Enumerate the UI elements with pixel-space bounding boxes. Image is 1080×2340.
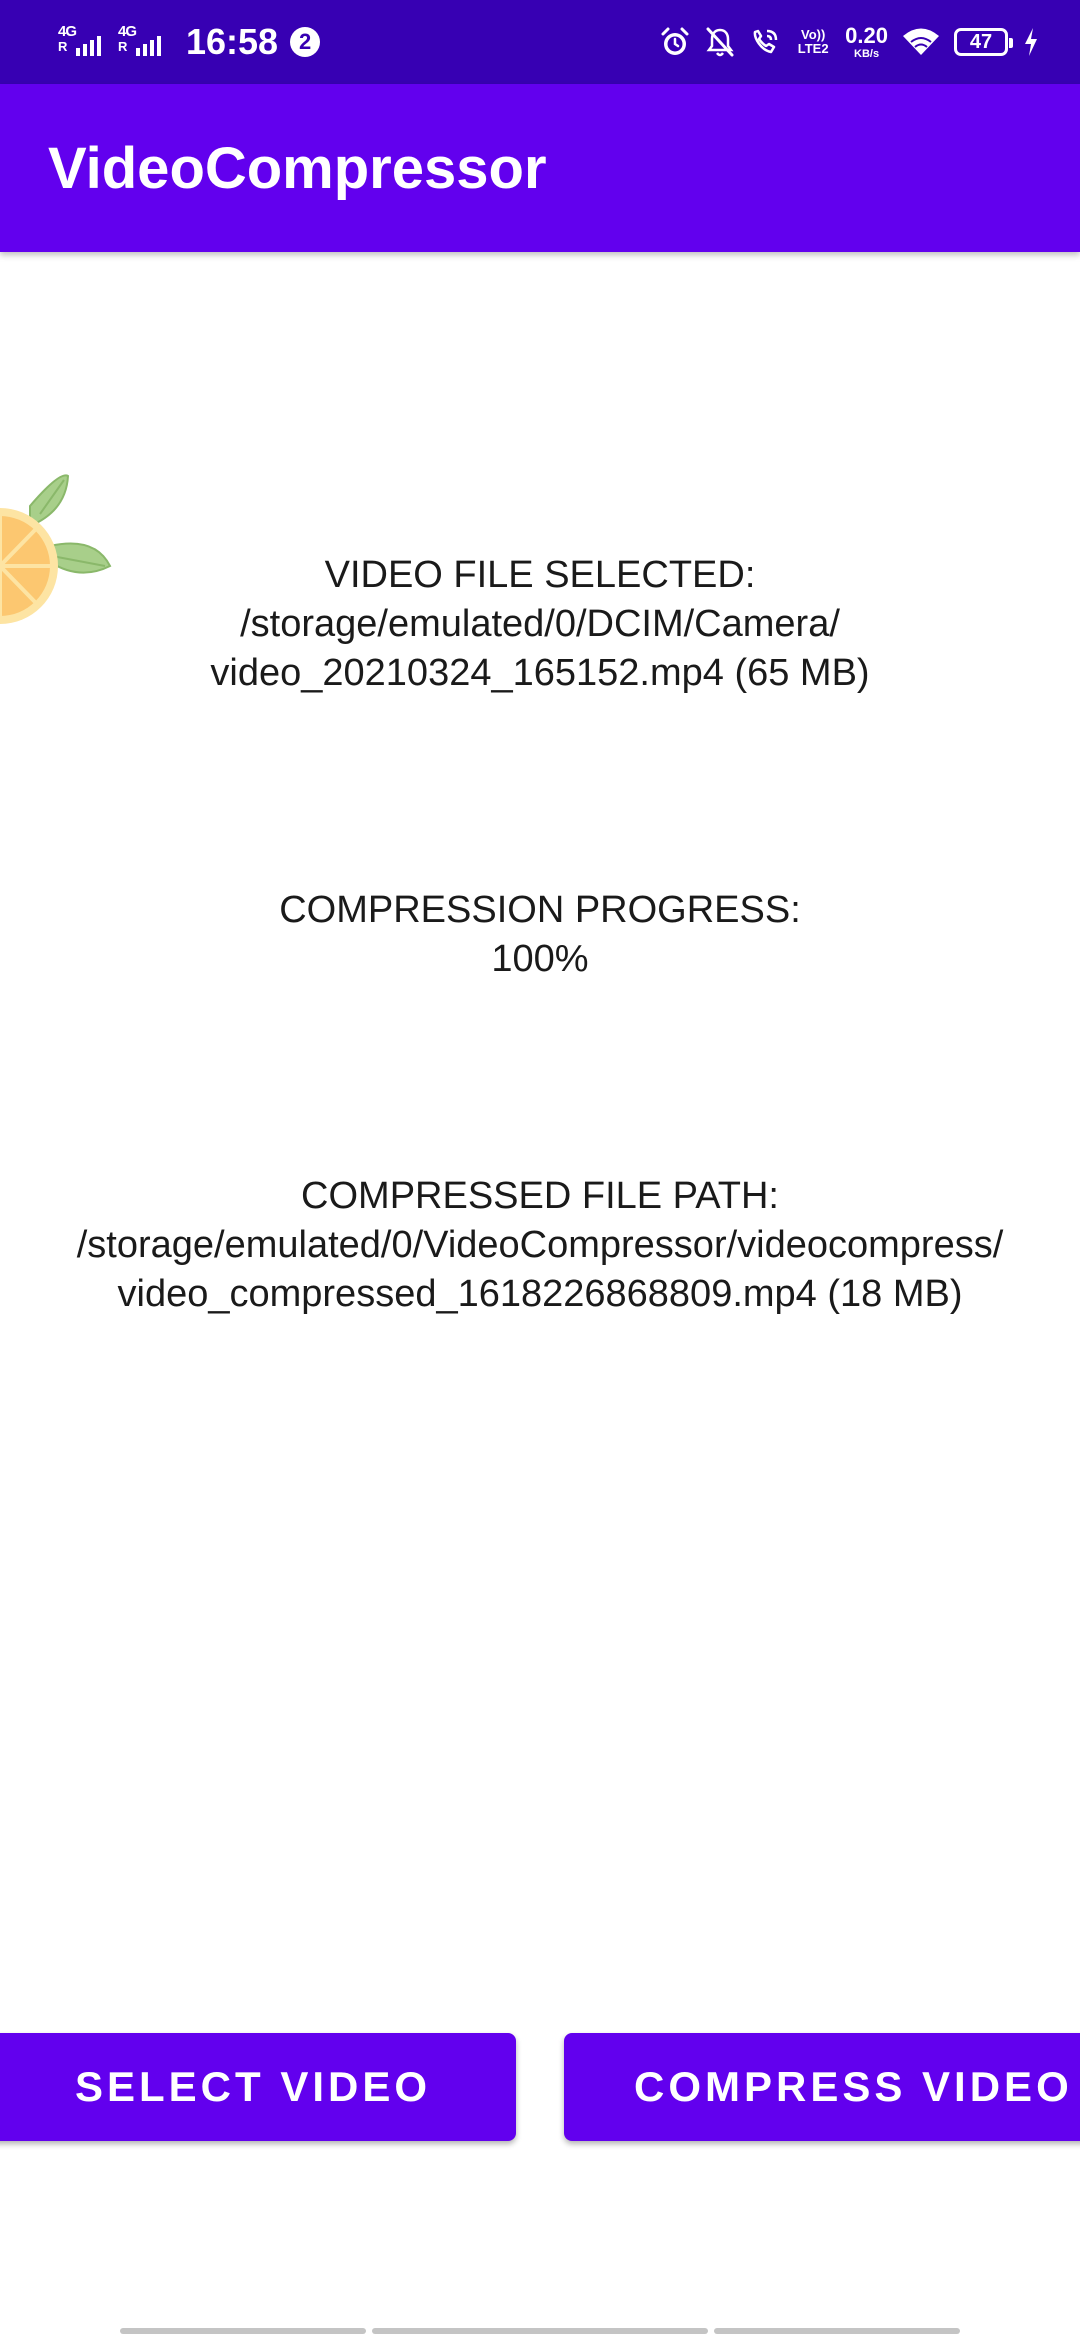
net-speed: 0.20 KB/s [845,22,888,60]
nav-handle-right [714,2328,960,2334]
battery-icon: 47 [954,28,1013,56]
progress-value: 100% [491,938,589,980]
net-speed-unit: KB/s [854,47,880,60]
nav-handle-center[interactable] [372,2328,708,2334]
signal-bars [136,36,161,56]
net-speed-value: 0.20 [845,22,888,48]
bell-off-icon [706,27,734,57]
wifi-icon [903,28,939,55]
wifi-call-icon [753,29,778,54]
status-bar: 4G R 4G R 16:58 2 Vo)) LTE2 0.20 KB/s 47 [0,0,1080,84]
app-bar: VideoCompressor [0,84,1080,252]
compressed-file-info: COMPRESSED FILE PATH: /storage/emulated/… [0,1172,1080,1319]
notification-badge-icon: 2 [290,27,321,57]
screen: 4G R 4G R 16:58 2 Vo)) LTE2 0.20 KB/s 47… [0,0,1080,2340]
compression-progress-info: COMPRESSION PROGRESS: 100% [0,886,1080,984]
status-right: Vo)) LTE2 0.20 KB/s 47 [659,18,1040,66]
progress-heading: COMPRESSION PROGRESS: [279,889,801,931]
compressed-file-path-line1: /storage/emulated/0/VideoCompressor/vide… [76,1224,1004,1266]
sim2-label: 4G [118,23,137,40]
roaming-mark: R [118,39,128,54]
status-time: 16:58 [186,21,279,62]
selected-file-info: VIDEO FILE SELECTED: /storage/emulated/0… [0,551,1080,698]
app-title: VideoCompressor [48,136,547,201]
select-video-button[interactable]: SELECT VIDEO [0,2033,516,2141]
charging-icon [1025,28,1037,56]
selected-file-heading: VIDEO FILE SELECTED: [324,554,756,596]
sim1-label: 4G [58,23,77,40]
nav-handle-left [120,2328,366,2334]
compress-video-button[interactable]: COMPRESS VIDEO [564,2033,1080,2141]
volte-indicator: Vo)) LTE2 [797,27,829,56]
status-left: 4G R 4G R 16:58 2 [58,18,321,66]
alarm-icon [661,27,689,55]
signal-icon-sim1: 4G R [58,22,110,62]
selected-file-path-line1: /storage/emulated/0/DCIM/Camera/ [240,603,840,645]
roaming-mark: R [58,39,68,54]
selected-file-path-line2: video_20210324_165152.mp4 (65 MB) [210,652,870,694]
signal-bars [76,36,101,56]
compressed-file-heading: COMPRESSED FILE PATH: [301,1175,779,1217]
compressed-file-path-line2: video_compressed_1618226868809.mp4 (18 M… [117,1273,963,1315]
signal-icon-sim2: 4G R [118,22,170,62]
